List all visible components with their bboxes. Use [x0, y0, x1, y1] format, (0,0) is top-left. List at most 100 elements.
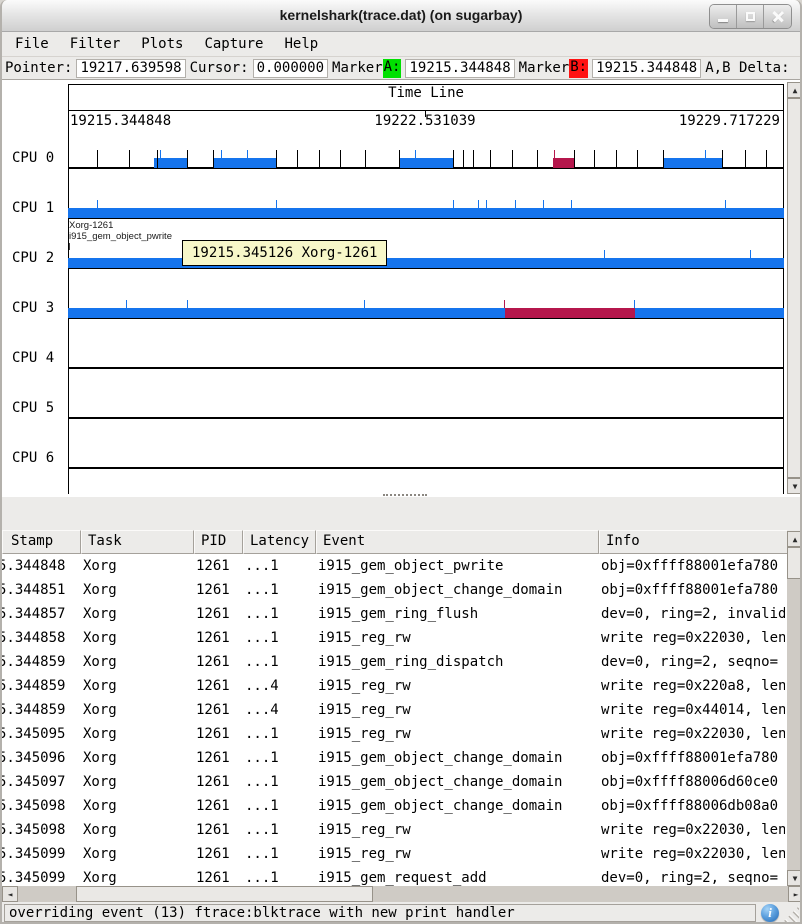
event-tick[interactable] — [415, 150, 416, 158]
graph-vscroll-track[interactable] — [787, 98, 802, 478]
event-tick[interactable] — [473, 150, 474, 168]
title-bar[interactable]: kernelshark(trace.dat) (on sugarbay) — [2, 0, 800, 32]
task-bar-blue[interactable] — [68, 308, 505, 318]
table-row[interactable]: 5.345099Xorg1261...1i915_reg_rwwrite reg… — [2, 842, 787, 866]
table-row[interactable]: 5.344848Xorg1261...1i915_gem_object_pwri… — [2, 554, 787, 578]
table-row[interactable]: 5.344859Xorg1261...4i915_reg_rwwrite reg… — [2, 674, 787, 698]
event-tick[interactable] — [213, 150, 214, 168]
task-bar-blue[interactable] — [68, 208, 784, 218]
event-tick[interactable] — [705, 150, 706, 158]
event-tick[interactable] — [297, 150, 298, 168]
event-tick[interactable] — [157, 150, 158, 168]
column-header-latency[interactable]: Latency — [243, 530, 316, 554]
event-tick[interactable] — [453, 150, 454, 168]
graph-vscroll-thumb[interactable] — [787, 98, 802, 478]
table-vscroll-thumb[interactable] — [787, 547, 802, 579]
menu-item-capture[interactable]: Capture — [204, 36, 263, 52]
event-tick[interactable] — [537, 150, 538, 168]
menu-item-filter[interactable]: Filter — [70, 36, 121, 52]
event-tick[interactable] — [766, 150, 767, 168]
event-tick[interactable] — [340, 150, 341, 168]
table-row[interactable]: 5.344851Xorg1261...1i915_gem_object_chan… — [2, 578, 787, 602]
column-header-event[interactable]: Event — [316, 530, 599, 554]
event-tick[interactable] — [745, 150, 746, 168]
event-tick[interactable] — [725, 200, 726, 208]
scroll-left-button[interactable]: ◄ — [2, 886, 18, 902]
table-row[interactable]: 5.344859Xorg1261...1i915_gem_ring_dispat… — [2, 650, 787, 674]
event-tick[interactable] — [247, 150, 248, 158]
scroll-up-button[interactable]: ▲ — [787, 531, 802, 547]
column-header-stamp[interactable]: Stamp — [2, 530, 81, 554]
event-tick[interactable] — [504, 300, 505, 308]
event-tick[interactable] — [276, 200, 277, 208]
close-button[interactable] — [764, 5, 791, 28]
column-header-pid[interactable]: PID — [194, 530, 243, 554]
task-bar-red[interactable] — [553, 158, 574, 168]
menu-item-help[interactable]: Help — [284, 36, 318, 52]
table-row[interactable]: 5.345098Xorg1261...1i915_gem_object_chan… — [2, 794, 787, 818]
task-bar-blue[interactable] — [399, 158, 454, 168]
task-bar-blue[interactable] — [68, 258, 784, 268]
resize-grip-icon[interactable] — [782, 906, 799, 923]
event-tick[interactable] — [634, 300, 635, 308]
table-hscrollbar[interactable]: ◄ ► — [2, 886, 802, 902]
hscroll-track[interactable] — [18, 886, 788, 902]
timeline-graph[interactable]: Time Line 19215.344848 19222.531039 1922… — [2, 80, 800, 497]
event-tick[interactable] — [637, 150, 638, 168]
task-bar-blue[interactable] — [154, 158, 187, 168]
event-tick[interactable] — [187, 150, 188, 168]
event-tick[interactable] — [221, 150, 222, 158]
event-tick[interactable] — [97, 150, 98, 168]
table-row[interactable]: 5.345095Xorg1261...1i915_reg_rwwrite reg… — [2, 722, 787, 746]
graph-vscrollbar[interactable]: ▲ ▼ — [787, 82, 802, 494]
event-tick[interactable] — [453, 200, 454, 208]
event-tick[interactable] — [126, 300, 127, 308]
event-tick[interactable] — [319, 150, 320, 168]
event-tick[interactable] — [574, 150, 575, 168]
event-tick[interactable] — [543, 200, 544, 208]
event-tick[interactable] — [490, 150, 491, 168]
table-row[interactable]: 5.344858Xorg1261...1i915_reg_rwwrite reg… — [2, 626, 787, 650]
event-tick[interactable] — [512, 150, 513, 168]
event-tick[interactable] — [478, 200, 479, 208]
table-row[interactable]: 5.345098Xorg1261...1i915_reg_rwwrite reg… — [2, 818, 787, 842]
minimize-button[interactable] — [710, 5, 737, 28]
table-row[interactable]: 5.345097Xorg1261...1i915_gem_object_chan… — [2, 770, 787, 794]
table-vscroll-track[interactable] — [787, 547, 802, 870]
scroll-down-button[interactable]: ▼ — [787, 478, 802, 494]
event-tick[interactable] — [129, 150, 130, 168]
table-vscrollbar[interactable]: ▲ ▼ — [787, 531, 802, 886]
task-bar-blue[interactable] — [663, 158, 722, 168]
task-bar-blue[interactable] — [635, 308, 784, 318]
table-row[interactable]: 5.345096Xorg1261...1i915_gem_object_chan… — [2, 746, 787, 770]
event-tick[interactable] — [364, 300, 365, 308]
marker-b-badge[interactable]: B: — [569, 59, 588, 78]
scroll-right-button[interactable]: ► — [788, 886, 802, 902]
event-tick[interactable] — [750, 250, 751, 258]
column-header-task[interactable]: Task — [81, 530, 194, 554]
event-tick[interactable] — [97, 200, 98, 208]
task-bar-red[interactable] — [505, 308, 635, 318]
table-row[interactable]: 5.345099Xorg1261...1i915_gem_request_add… — [2, 866, 787, 886]
column-header-info[interactable]: Info — [599, 530, 787, 554]
event-tick[interactable] — [594, 150, 595, 168]
table-row[interactable]: 5.344857Xorg1261...1i915_gem_ring_flushd… — [2, 602, 787, 626]
menu-item-plots[interactable]: Plots — [141, 36, 183, 52]
event-tick[interactable] — [399, 150, 400, 168]
event-tick[interactable] — [554, 150, 555, 158]
event-tick[interactable] — [276, 150, 277, 168]
table-row[interactable]: 5.344859Xorg1261...4i915_reg_rwwrite reg… — [2, 698, 787, 722]
event-tick[interactable] — [160, 150, 161, 158]
marker-a-badge[interactable]: A: — [383, 59, 402, 78]
event-tick[interactable] — [463, 150, 464, 168]
event-tick[interactable] — [722, 150, 723, 168]
scroll-down-button[interactable]: ▼ — [787, 870, 802, 886]
event-tick[interactable] — [515, 200, 516, 208]
event-tick[interactable] — [187, 300, 188, 308]
maximize-button[interactable] — [737, 5, 764, 28]
event-tick[interactable] — [663, 150, 664, 168]
task-bar-blue[interactable] — [213, 158, 276, 168]
pane-splitter-handle[interactable] — [383, 494, 427, 496]
event-tick[interactable] — [616, 150, 617, 168]
event-tick[interactable] — [365, 150, 366, 168]
